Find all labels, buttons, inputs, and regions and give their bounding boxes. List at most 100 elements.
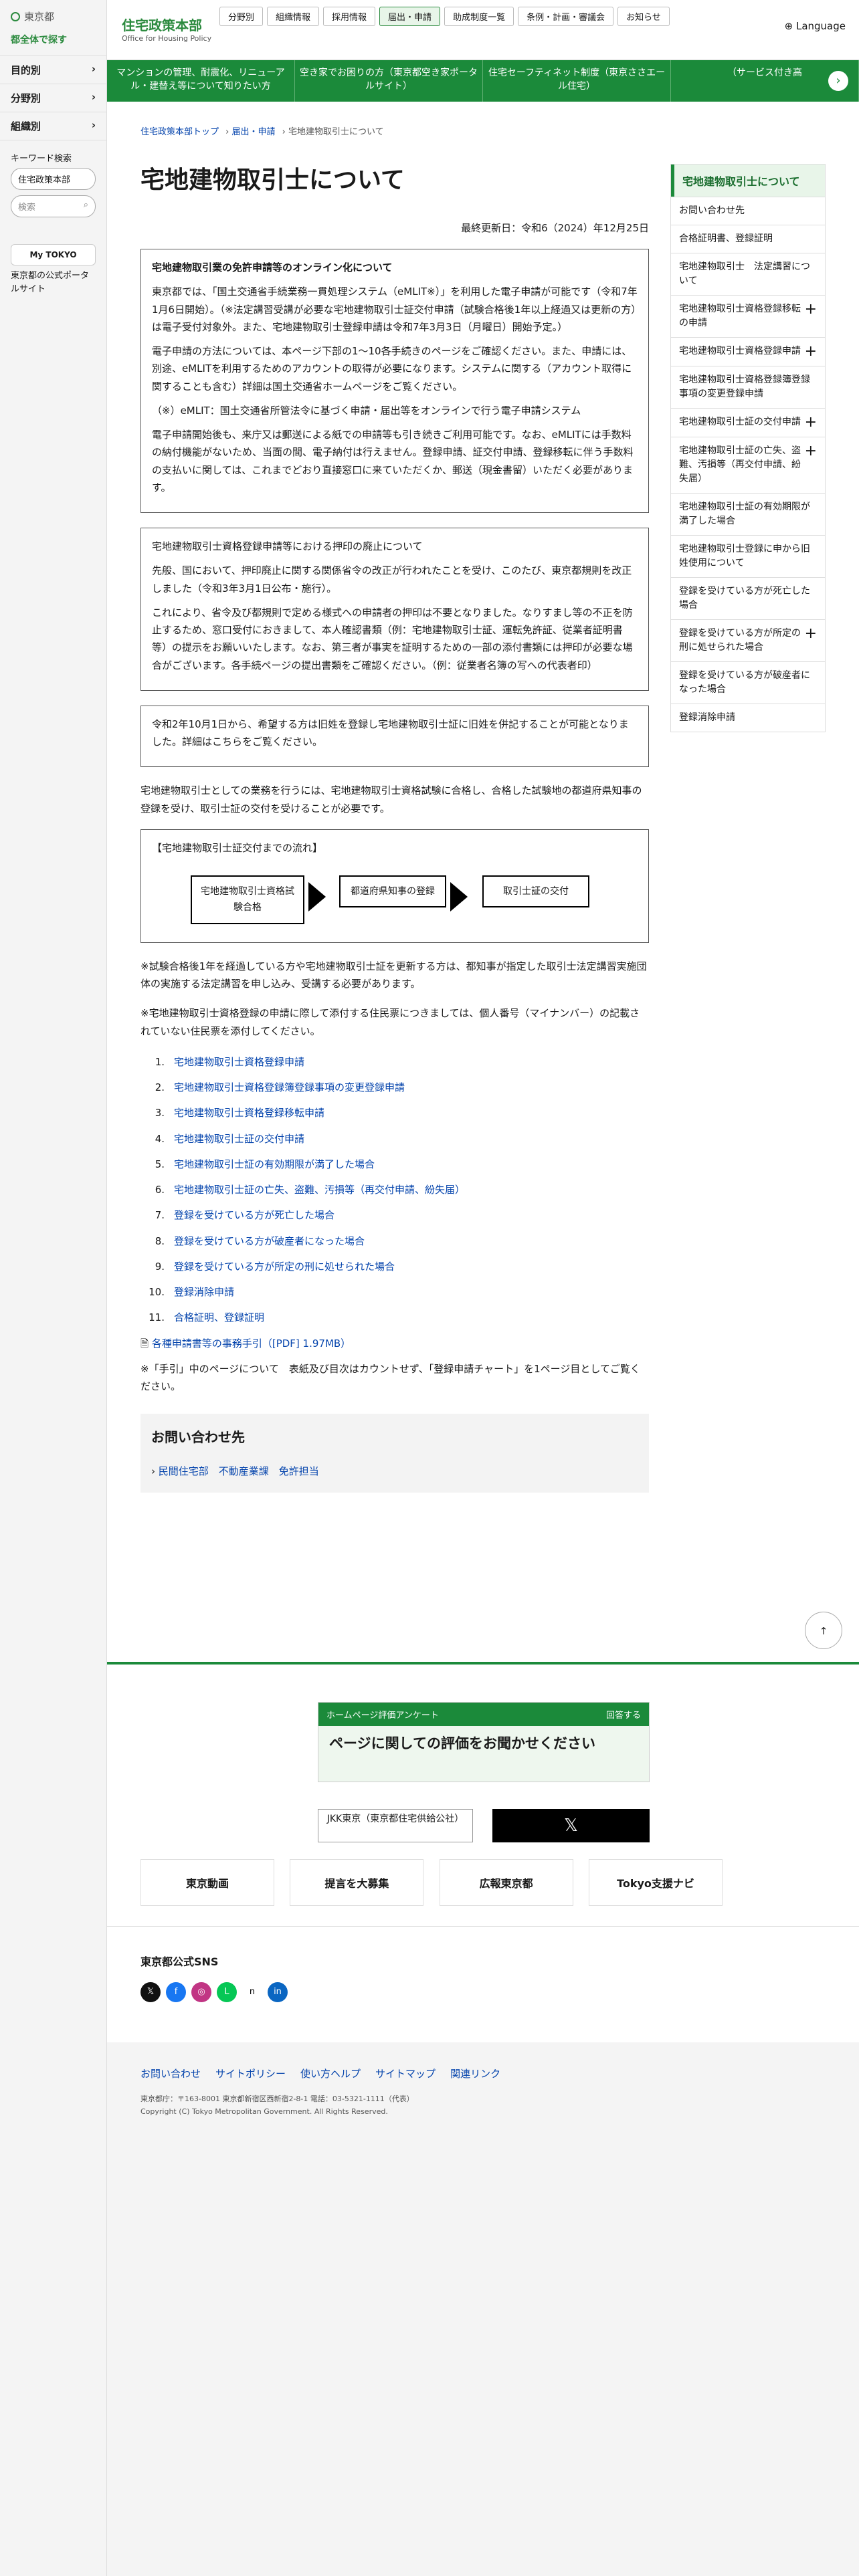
menu-application[interactable]: 届出・申請 xyxy=(379,7,441,26)
plus-icon[interactable]: + xyxy=(805,344,817,359)
keyword-label: キーワード検索 xyxy=(11,154,72,164)
banner-mansion[interactable]: マンションの管理、耐震化、リニューアル・建替え等について知りたい方 xyxy=(107,60,295,102)
flow-step: 取引士証の交付 xyxy=(482,875,589,908)
chevron-right-icon[interactable]: › xyxy=(828,71,848,91)
menu-subsidy[interactable]: 助成制度一覧 xyxy=(444,7,514,26)
main-content: 宅地建物取引業の免許申請等のオンライン化について 東京都では、「国土交通省手続業… xyxy=(140,249,649,1493)
side-item[interactable]: 宅地建物取引士証の有効期限が満了した場合 xyxy=(671,493,825,535)
all-tokyo-search[interactable]: 都全体で探す xyxy=(0,33,106,56)
footer-link[interactable]: 使い方ヘルプ xyxy=(300,2066,361,2080)
site-brand[interactable]: 住宅政策本部 Office for Housing Policy xyxy=(122,15,211,43)
jkk-banner[interactable]: JKK東京（東京都住宅供給公社） xyxy=(318,1809,473,1842)
side-item[interactable]: 登録を受けている方が死亡した場合 xyxy=(671,577,825,619)
side-item[interactable]: 登録を受けている方が所定の刑に処せられた場合 + xyxy=(671,619,825,661)
side-item[interactable]: 合格証明書、登録証明 xyxy=(671,225,825,253)
side-item[interactable]: 宅地建物取引士証の交付申請 + xyxy=(671,408,825,437)
pdf-icon: 🗎 xyxy=(140,1337,149,1350)
nav-org[interactable]: 組織別 › xyxy=(0,112,106,140)
procedure-link[interactable]: 宅地建物取引士証の有効期限が満了した場合 xyxy=(174,1156,375,1173)
banner-safetynet[interactable]: 住宅セーフティネット制度（東京ささエール住宅） xyxy=(483,60,671,102)
line-icon[interactable]: L xyxy=(217,1982,237,2002)
divider xyxy=(107,1926,859,1927)
search-icon[interactable]: ⌕ xyxy=(84,200,88,213)
page-title: 宅地建物取引士について xyxy=(140,167,405,194)
search-input[interactable]: 検索 ⌕ xyxy=(11,195,96,217)
procedure-link[interactable]: 宅地建物取引士証の亡失、盗難、汚損等（再交付申請、紛失届） xyxy=(174,1181,465,1198)
menu-org[interactable]: 組織情報 xyxy=(267,7,320,26)
procedure-link[interactable]: 宅地建物取引士資格登録申請 xyxy=(174,1053,304,1071)
instagram-icon[interactable]: ◎ xyxy=(191,1982,211,2002)
side-item[interactable]: お問い合わせ先 xyxy=(671,197,825,225)
procedure-link[interactable]: 登録を受けている方が所定の刑に処せられた場合 xyxy=(174,1258,395,1275)
footer-link[interactable]: サイトマップ xyxy=(375,2066,436,2080)
ad-koho[interactable]: 広報東京都 xyxy=(439,1859,573,1906)
banner-akiya[interactable]: 空き家でお困りの方（東京都空き家ポータルサイト） xyxy=(295,60,483,102)
flow-step: 宅地建物取引士資格試験合格 xyxy=(191,875,304,924)
flow-step: 都道府県知事の登録 xyxy=(339,875,446,908)
side-item[interactable]: 宅地建物取引士資格登録簿登録事項の変更登録申請 xyxy=(671,366,825,408)
chevron-right-icon: › xyxy=(91,91,96,103)
plus-icon[interactable]: + xyxy=(805,444,817,486)
pdf-link[interactable]: 各種申請書等の事務手引（[PDF] 1.97MB） xyxy=(152,1337,351,1350)
ad-banners: 東京動画 提言を大募集 広報東京都 Tokyo支援ナビ xyxy=(140,1859,723,1906)
footer-link[interactable]: サイトポリシー xyxy=(215,2066,286,2080)
side-item[interactable]: 登録を受けている方が破産者になった場合 xyxy=(671,661,825,704)
plus-icon[interactable]: + xyxy=(805,302,817,330)
tokyo-logo[interactable]: 東京都 xyxy=(0,0,106,33)
footer-link[interactable]: お問い合わせ xyxy=(140,2066,201,2080)
nav-field[interactable]: 分野別 › xyxy=(0,84,106,112)
procedure-link[interactable]: 宅地建物取引士資格登録簿登録事項の変更登録申請 xyxy=(174,1079,405,1096)
ad-tokyo-douga[interactable]: 東京動画 xyxy=(140,1859,274,1906)
procedure-link[interactable]: 合格証明、登録証明 xyxy=(174,1309,264,1326)
logo-icon xyxy=(11,11,20,21)
linkedin-icon[interactable]: in xyxy=(268,1982,288,2002)
flow-diagram: 【宅地建物取引士証交付までの流れ】 宅地建物取引士資格試験合格 都道府県知事の登… xyxy=(140,829,649,943)
x-icon[interactable]: 𝕏 xyxy=(140,1982,161,2002)
procedure-link[interactable]: 登録を受けている方が死亡した場合 xyxy=(174,1206,335,1224)
mytokyo-text: 東京都の公式ポータルサイト xyxy=(11,271,90,294)
footer-link[interactable]: 関連リンク xyxy=(450,2066,500,2080)
contact-link[interactable]: 民間住宅部 不動産業課 免許担当 xyxy=(159,1465,319,1477)
breadcrumb: 住宅政策本部トップ › 届出・申請 › 宅地建物取引士について xyxy=(140,127,384,137)
side-item[interactable]: 宅地建物取引士資格登録移転の申請 + xyxy=(671,295,825,337)
side-item[interactable]: 宅地建物取引士証の亡失、盗難、汚損等（再交付申請、紛失届） + xyxy=(671,437,825,493)
procedure-link[interactable]: 登録消除申請 xyxy=(174,1283,234,1301)
procedure-link[interactable]: 登録を受けている方が破産者になった場合 xyxy=(174,1232,365,1250)
language-button[interactable]: ⊕ Language xyxy=(785,20,846,32)
mytokyo-logo[interactable]: My TOKYO xyxy=(11,244,96,265)
menu-news[interactable]: お知らせ xyxy=(617,7,670,26)
note-icon[interactable]: n xyxy=(242,1982,262,2002)
side-item[interactable]: 宅地建物取引士資格登録申請 + xyxy=(671,337,825,366)
scope-select[interactable]: 住宅政策本部 xyxy=(11,168,96,190)
chevron-right-icon: › xyxy=(151,1465,155,1478)
facebook-icon[interactable]: f xyxy=(166,1982,186,2002)
plus-icon[interactable]: + xyxy=(805,415,817,430)
global-menu: 分野別 組織情報 採用情報 届出・申請 助成制度一覧 条例・計画・審議会 お知ら… xyxy=(219,7,688,26)
nav-purpose[interactable]: 目的別 › xyxy=(0,56,106,84)
breadcrumb-application[interactable]: 届出・申請 xyxy=(231,127,275,137)
back-to-top-button[interactable]: ↑ xyxy=(805,1612,842,1649)
breadcrumb-top[interactable]: 住宅政策本部トップ xyxy=(140,127,219,137)
ad-shien-navi[interactable]: Tokyo支援ナビ xyxy=(588,1859,723,1906)
menu-recruit[interactable]: 採用情報 xyxy=(323,7,376,26)
left-nav: 東京都 都全体で探す 目的別 › 分野別 › 組織別 › キーワード検索 住宅政策本部… xyxy=(0,0,107,2576)
contact-title: お問い合わせ先 xyxy=(151,1429,245,1446)
procedure-link[interactable]: 宅地建物取引士資格登録移転申請 xyxy=(174,1104,324,1121)
menu-regulation[interactable]: 条例・計画・審議会 xyxy=(518,7,614,26)
plus-icon[interactable]: + xyxy=(805,627,817,655)
footer-divider xyxy=(107,1662,859,1665)
menu-field[interactable]: 分野別 xyxy=(219,7,264,26)
procedure-link[interactable]: 宅地建物取引士証の交付申請 xyxy=(174,1130,304,1148)
side-item[interactable]: 宅地建物取引士登録に申から旧姓使用について xyxy=(671,535,825,577)
banner-links: マンションの管理、耐震化、リニューアル・建替え等について知りたい方 空き家でお困… xyxy=(107,60,859,102)
side-menu-head[interactable]: 宅地建物取引士について xyxy=(671,165,825,197)
header: 住宅政策本部 Office for Housing Policy 分野別 組織情報… xyxy=(107,0,859,60)
ad-teigen[interactable]: 提言を大募集 xyxy=(290,1859,424,1906)
side-item[interactable]: 宅地建物取引士 法定講習について xyxy=(671,253,825,295)
arrow-up-icon: ↑ xyxy=(819,1625,828,1637)
x-logo-icon[interactable]: 𝕏 xyxy=(492,1809,650,1842)
survey-banner[interactable]: ホームページ評価アンケート 回答する ページに関しての評価をお聞かせください xyxy=(318,1702,650,1782)
chevron-right-icon: › xyxy=(91,63,96,75)
sns-section: 東京都公式SNS 𝕏 f ◎ L n in xyxy=(140,1953,288,2002)
side-item[interactable]: 登録消除申請 xyxy=(671,704,825,732)
